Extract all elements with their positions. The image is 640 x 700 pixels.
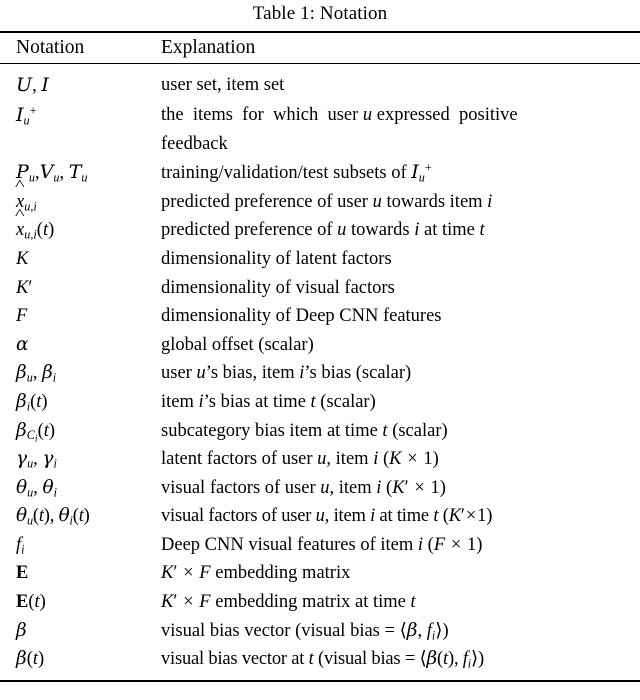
explanation-cell: visual factors of user u, item i at time… bbox=[161, 506, 493, 527]
table-row: θu, θi visual factors of user u, item i … bbox=[0, 474, 640, 503]
notation-cell: Iu+ bbox=[16, 103, 37, 128]
notation-cell: K′ bbox=[16, 277, 33, 298]
table-row: ^ xu,i(t) predicted preference of u towar… bbox=[0, 205, 640, 245]
table-row: βi(t) item i’s bias at time t (scalar) bbox=[0, 388, 640, 417]
notation-cell: β bbox=[16, 619, 27, 641]
explanation-cell: Deep CNN visual features of item i (F × … bbox=[161, 534, 483, 555]
notation-cell: θu, θi bbox=[16, 476, 58, 500]
explanation-cell: predicted preference of u towards i at t… bbox=[161, 220, 485, 241]
notation-cell: U, I bbox=[16, 74, 49, 97]
notation-cell: fi bbox=[16, 534, 25, 557]
explanation-cell: user u’s bias, item i’s bias (scalar) bbox=[161, 363, 412, 384]
explanation-cell: latent factors of user u, item i (K × 1) bbox=[161, 449, 439, 470]
explanation-cell: visual factors of user u, item i (K′ × 1… bbox=[161, 477, 446, 498]
notation-cell: E bbox=[16, 563, 29, 584]
table-row: Iu+ the items for which user u expressed… bbox=[0, 101, 640, 158]
notation-table-body: U, I user set, item set Iu+ the items fo… bbox=[0, 64, 640, 679]
explanation-cell: predicted preference of user u towards i… bbox=[161, 191, 493, 212]
table-row: βCi(t) subcategory bias item at time t (… bbox=[0, 417, 640, 446]
table-row: ^ xu,i predicted preference of user u tow… bbox=[0, 178, 640, 217]
table-figure: Table 1: Notation Notation Explanation U… bbox=[0, 0, 640, 700]
table-row: E(t) K′ × F embedding matrix at time t bbox=[0, 588, 640, 617]
notation-cell: γu, γi bbox=[16, 448, 57, 471]
notation-table: Notation Explanation bbox=[0, 33, 640, 63]
table-row: Pu,Vu, Tu training/validation/test subse… bbox=[0, 158, 640, 188]
table-bottom-rule bbox=[0, 679, 640, 683]
table-row: K dimensionality of latent factors bbox=[0, 245, 640, 274]
notation-cell: K bbox=[16, 248, 29, 269]
notation-cell: α bbox=[16, 333, 29, 355]
explanation-cell: dimensionality of latent factors bbox=[161, 248, 392, 269]
explanation-cell: global offset (scalar) bbox=[161, 334, 314, 355]
table-row: β visual bias vector (visual bias = ⟨β, … bbox=[0, 617, 640, 646]
explanation-cell: dimensionality of Deep CNN features bbox=[161, 306, 442, 327]
table-row: K′ dimensionality of visual factors bbox=[0, 274, 640, 303]
table-row: β(t) visual bias vector at t (visual bia… bbox=[0, 645, 640, 680]
explanation-cell: the items for which user u expressed pos… bbox=[161, 104, 518, 154]
table-row: θu(t), θi(t) visual factors of user u, i… bbox=[0, 502, 640, 531]
table-row: F dimensionality of Deep CNN features bbox=[0, 302, 640, 331]
table-header-row: Notation Explanation bbox=[0, 33, 640, 63]
explanation-cell: dimensionality of visual factors bbox=[161, 277, 395, 298]
column-header-notation: Notation bbox=[16, 37, 85, 59]
table-caption: Table 1: Notation bbox=[252, 3, 388, 24]
notation-cell: βCi(t) bbox=[16, 419, 56, 445]
notation-cell: β(t) bbox=[16, 648, 45, 670]
explanation-cell: K′ × F embedding matrix at time t bbox=[161, 592, 416, 613]
explanation-cell: item i’s bias at time t (scalar) bbox=[161, 391, 376, 412]
notation-cell: βi(t) bbox=[16, 390, 48, 414]
explanation-cell: training/validation/test subsets of Iu+ bbox=[161, 160, 432, 185]
table-row: E K′ × F embedding matrix bbox=[0, 559, 640, 588]
notation-cell: F bbox=[16, 306, 28, 327]
notation-cell: ^ xu,i(t) bbox=[15, 205, 55, 242]
table-row: U, I user set, item set bbox=[0, 64, 640, 101]
explanation-cell: visual bias vector (visual bias = ⟨β, fi… bbox=[161, 619, 449, 643]
table-row: βu, βi user u’s bias, item i’s bias (sca… bbox=[0, 359, 640, 388]
explanation-cell: user set, item set bbox=[161, 75, 285, 96]
notation-cell: βu, βi bbox=[16, 362, 57, 385]
notation-cell: E(t) bbox=[16, 592, 46, 613]
table-row: fi Deep CNN visual features of item i (F… bbox=[0, 531, 640, 560]
table-row: α global offset (scalar) bbox=[0, 331, 640, 360]
explanation-cell: subcategory bias item at time t (scalar) bbox=[161, 420, 448, 441]
explanation-cell: visual bias vector at t (visual bias = ⟨… bbox=[161, 648, 484, 671]
table-row: γu, γi latent factors of user u, item i … bbox=[0, 445, 640, 474]
column-header-explanation: Explanation bbox=[161, 37, 256, 59]
notation-cell: θu(t), θi(t) bbox=[16, 505, 90, 528]
explanation-cell: K′ × F embedding matrix bbox=[161, 563, 351, 584]
